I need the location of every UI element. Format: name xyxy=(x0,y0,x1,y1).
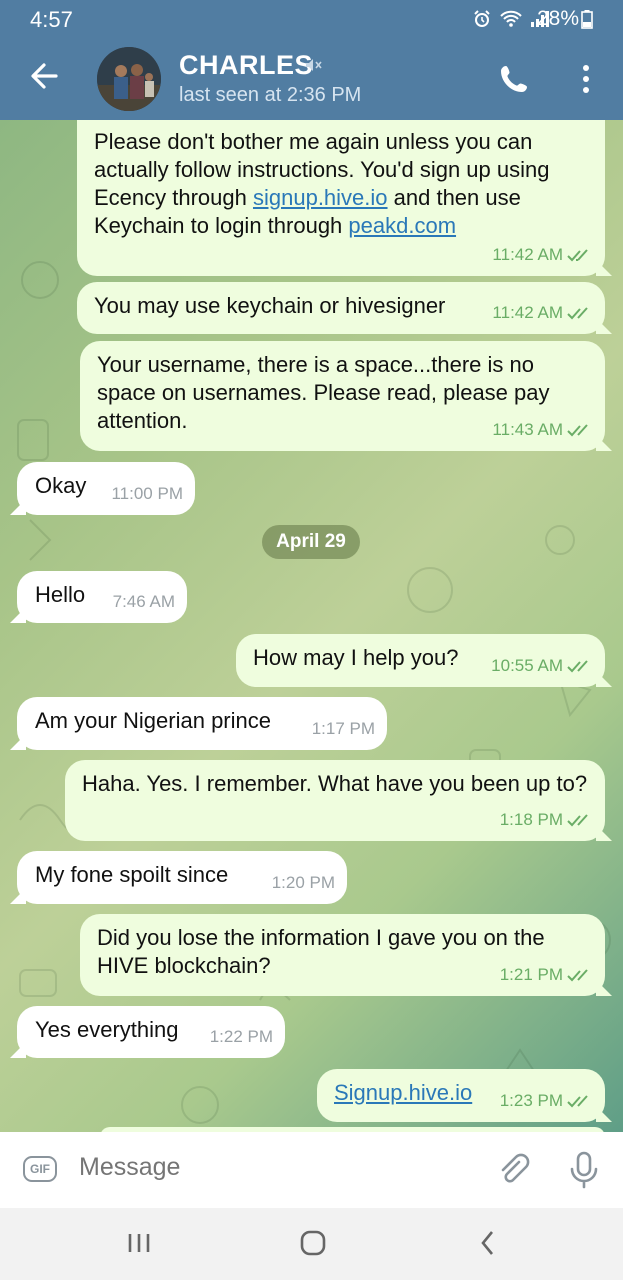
message-link[interactable]: peakd.com xyxy=(348,213,456,238)
contact-name[interactable]: CHARLES xyxy=(179,50,313,81)
message-time: 11:43 AM xyxy=(492,420,563,439)
read-receipt-icon xyxy=(567,306,588,319)
battery-percent: 28% xyxy=(536,7,579,30)
message-time: 1:23 PM xyxy=(499,1091,563,1110)
incoming-message[interactable]: My fone spoilt since 1:20 PM xyxy=(17,851,347,904)
read-receipt-icon xyxy=(567,968,588,981)
incoming-message[interactable]: Am your Nigerian prince 1:17 PM xyxy=(17,697,387,750)
battery-icon xyxy=(581,10,593,30)
read-receipt-icon xyxy=(567,1094,588,1107)
read-receipt-icon xyxy=(567,423,588,436)
avatar[interactable] xyxy=(97,47,161,111)
message-text: Am your Nigerian prince xyxy=(35,708,271,733)
message-meta: 11:43 AM xyxy=(492,416,593,444)
message-text: Did you lose the information I gave you … xyxy=(97,925,545,978)
message-text: Your username, there is a space...there … xyxy=(97,352,550,433)
system-navigation-bar xyxy=(0,1208,623,1280)
battery-level: 28% xyxy=(537,7,593,31)
wifi-icon xyxy=(499,10,522,27)
incoming-message[interactable]: Okay 11:00 PM xyxy=(17,462,195,515)
recent-apps-icon[interactable] xyxy=(126,1226,152,1260)
back-arrow-icon[interactable] xyxy=(26,58,62,94)
message-time: 1:17 PM xyxy=(311,719,375,738)
outgoing-message[interactable]: Signup.hive.io 1:23 PM xyxy=(317,1069,605,1122)
message-time: 1:21 PM xyxy=(499,965,563,984)
message-meta: 10:55 AM xyxy=(491,652,593,680)
more-options-icon[interactable] xyxy=(578,62,594,96)
message-time: 1:20 PM xyxy=(271,873,335,892)
message-time: 1:18 PM xyxy=(499,810,563,829)
outgoing-message[interactable]: Please don't bother me again unless you … xyxy=(77,120,605,276)
date-separator: April 29 xyxy=(262,525,360,559)
message-time: 1:22 PM xyxy=(209,1027,273,1046)
gif-button[interactable]: GIF xyxy=(23,1156,57,1182)
microphone-icon[interactable] xyxy=(567,1150,601,1190)
phone-icon[interactable] xyxy=(497,62,531,96)
message-composer: GIF xyxy=(0,1132,623,1208)
last-seen-status: last seen at 2:36 PM xyxy=(179,84,362,106)
message-link[interactable]: Signup.hive.io xyxy=(334,1080,472,1105)
read-receipt-icon xyxy=(567,659,588,672)
chat-header: CHARLES last seen at 2:36 PM xyxy=(0,38,623,120)
read-receipt-icon xyxy=(567,248,588,261)
clock: 4:57 xyxy=(30,7,73,32)
message-list[interactable]: Please don't bother me again unless you … xyxy=(0,120,623,1132)
message-text: My fone spoilt since xyxy=(35,862,229,887)
muted-icon xyxy=(306,59,322,71)
outgoing-message[interactable]: Haha. Yes. I remember. What have you bee… xyxy=(65,760,605,841)
message-meta: 1:18 PM xyxy=(500,806,593,834)
back-nav-icon[interactable] xyxy=(476,1226,500,1260)
message-meta: 11:42 AM xyxy=(492,241,593,269)
message-time: 11:42 AM xyxy=(492,245,563,264)
outgoing-message[interactable]: How may I help you? 10:55 AM xyxy=(236,634,605,687)
read-receipt-icon xyxy=(567,813,588,826)
message-meta: 11:42 AM xyxy=(492,299,593,327)
message-text: You may use keychain or hivesigner xyxy=(94,293,446,318)
message-meta: 1:23 PM xyxy=(500,1087,593,1115)
outgoing-message[interactable]: You may use keychain or hivesigner 11:42… xyxy=(77,282,605,334)
message-time: 10:55 AM xyxy=(491,656,563,675)
outgoing-message[interactable]: Did you lose the information I gave you … xyxy=(80,914,605,996)
message-link[interactable]: signup.hive.io xyxy=(253,185,388,210)
message-text: Hello xyxy=(35,582,86,607)
alarm-icon xyxy=(474,10,490,27)
message-input[interactable] xyxy=(77,1152,461,1183)
message-text: How may I help you? xyxy=(253,645,459,670)
status-bar: 4:57 28% xyxy=(0,0,623,38)
home-icon[interactable] xyxy=(298,1226,328,1260)
incoming-message[interactable]: Hello 7:46 AM xyxy=(17,571,187,623)
paperclip-icon[interactable] xyxy=(496,1152,532,1188)
message-time: 11:42 AM xyxy=(492,303,563,322)
message-meta: 1:21 PM xyxy=(500,961,593,989)
message-time: 7:46 AM xyxy=(112,592,175,611)
message-text: Okay xyxy=(35,473,87,498)
message-text: Haha. Yes. I remember. What have you bee… xyxy=(82,771,588,796)
incoming-message[interactable]: Yes everything 1:22 PM xyxy=(17,1006,285,1058)
message-text: Yes everything xyxy=(35,1017,179,1042)
message-time: 11:00 PM xyxy=(111,484,183,503)
outgoing-message[interactable]: Your username, there is a space...there … xyxy=(80,341,605,451)
